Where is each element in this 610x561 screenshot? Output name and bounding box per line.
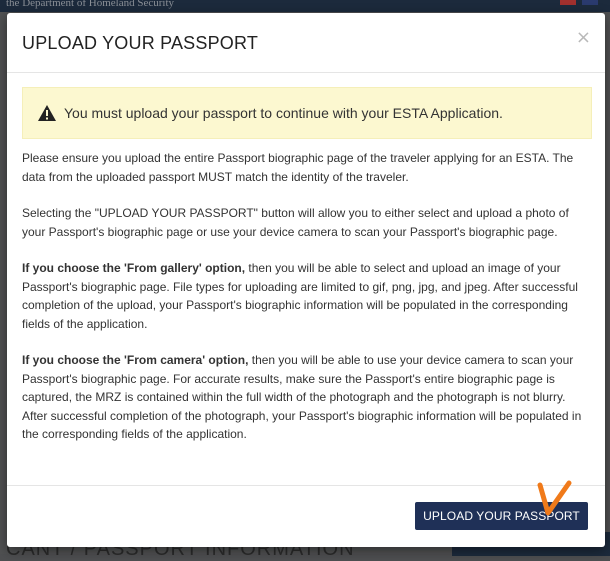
- language-flag-icon: [560, 0, 576, 5]
- gallery-option-lead: If you choose the 'From gallery' option,: [22, 261, 246, 275]
- modal-title: UPLOAD YOUR PASSPORT: [22, 33, 259, 53]
- upload-passport-modal: UPLOAD YOUR PASSPORT × You must upload y…: [7, 13, 605, 547]
- camera-option-lead: If you choose the 'From camera' option,: [22, 353, 249, 367]
- warning-triangle-icon: [38, 105, 56, 121]
- camera-option-paragraph: If you choose the 'From camera' option, …: [22, 351, 592, 444]
- alert-message: You must upload your passport to continu…: [64, 105, 503, 121]
- language-flag-icon: [582, 0, 598, 5]
- background-agency-text: the Department of Homeland Security: [6, 0, 175, 9]
- modal-body: You must upload your passport to continu…: [22, 87, 592, 479]
- upload-passport-button[interactable]: UPLOAD YOUR PASSPORT: [415, 502, 588, 530]
- gallery-option-paragraph: If you choose the 'From gallery' option,…: [22, 259, 592, 333]
- modal-footer: UPLOAD YOUR PASSPORT: [7, 485, 605, 547]
- modal-header: UPLOAD YOUR PASSPORT ×: [7, 13, 605, 73]
- close-icon[interactable]: ×: [576, 29, 591, 47]
- warning-alert: You must upload your passport to continu…: [22, 87, 592, 139]
- background-top-bar: the Department of Homeland Security: [0, 0, 610, 12]
- upload-options-paragraph: Selecting the "UPLOAD YOUR PASSPORT" but…: [22, 206, 569, 239]
- instructions-paragraph: Please ensure you upload the entire Pass…: [22, 151, 574, 184]
